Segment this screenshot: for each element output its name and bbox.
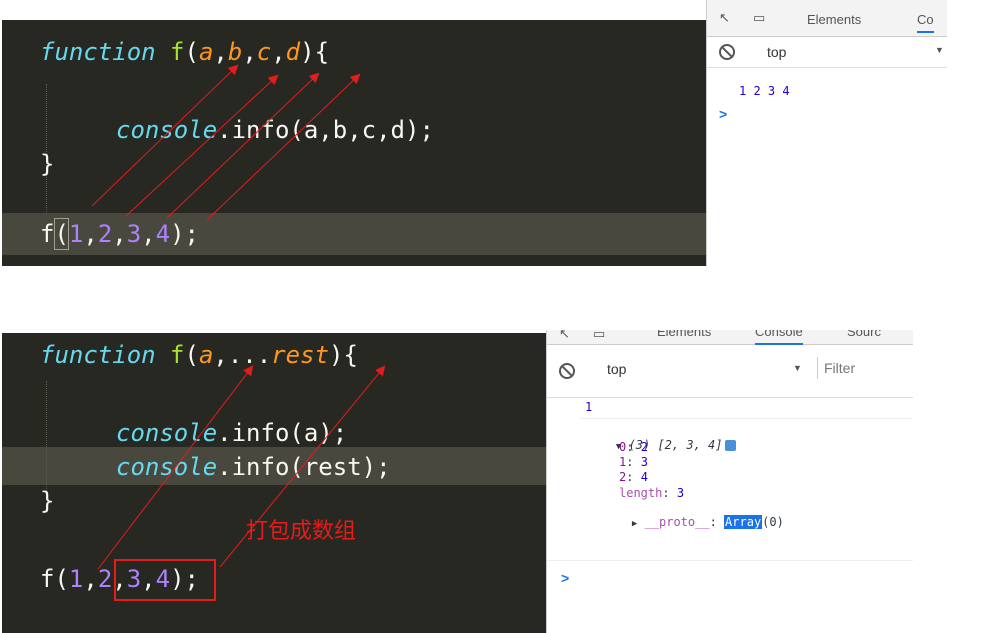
expand-triangle-icon[interactable]: ▶: [632, 519, 637, 529]
tab-elements[interactable]: Elements: [657, 330, 711, 339]
array-length: length: 3: [619, 486, 685, 500]
indent-guide: [46, 381, 47, 491]
code-line-console-info: console.info(a,b,c,d);: [116, 116, 434, 144]
code-line-close-brace: }: [40, 487, 55, 515]
array-entry: 2: 4: [619, 470, 648, 484]
console-prompt[interactable]: >: [719, 106, 727, 122]
code-line-function-decl: function f(a,b,c,d){: [40, 38, 330, 66]
console-prompt[interactable]: >: [561, 570, 569, 586]
rest-args-highlight-box: [114, 559, 216, 601]
code-line-console-info-a: console.info(a);: [116, 419, 348, 447]
array-entry: 0: 2: [619, 440, 648, 454]
tab-console[interactable]: Console: [755, 330, 803, 345]
annotation-pack-into-array: 打包成数组: [246, 519, 357, 544]
devtools-tabbar: ↖ ▭ Elements Console Sourc: [547, 330, 913, 345]
context-selector[interactable]: top: [607, 361, 626, 377]
array-proto-row[interactable]: ▶ __proto__: Array(0): [603, 501, 784, 543]
tab-console[interactable]: Co: [917, 12, 934, 33]
arrow-2-to-b: [125, 74, 279, 217]
device-toggle-icon[interactable]: ▭: [753, 10, 765, 26]
console-log-output: 1 2 3 4: [739, 84, 790, 98]
code-line-call: f(1,2,3,4);: [40, 218, 199, 250]
inspect-icon[interactable]: ↖: [719, 10, 730, 26]
code-line-console-info-rest: console.info(rest);: [116, 453, 391, 481]
array-summary-row[interactable]: ▼ (3) [2, 3, 4]: [587, 424, 737, 466]
code-editor-1: function f(a,b,c,d){ console.info(a,b,c,…: [2, 20, 706, 266]
console-output-a: 1: [585, 400, 593, 414]
devtools-tabbar: ↖ ▭ Elements Co: [707, 0, 947, 37]
inspect-icon[interactable]: ↖: [559, 330, 570, 342]
chevron-down-icon[interactable]: ▼: [793, 363, 802, 373]
devtools-panel-2: ↖ ▭ Elements Console Sourc top ▼ Filter …: [546, 330, 913, 633]
context-selector[interactable]: top: [767, 44, 786, 60]
arrow-3-to-c: [166, 72, 320, 219]
message-divider: [581, 418, 913, 419]
chevron-down-icon[interactable]: ▼: [935, 45, 944, 55]
devtools-panel-1: ↖ ▭ Elements Co top ▼ 1 2 3 4 >: [706, 0, 947, 266]
clear-console-icon[interactable]: [559, 363, 575, 379]
code-line-function-decl: function f(a,...rest){: [40, 341, 358, 369]
console-toolbar: top ▼: [707, 37, 947, 68]
clear-console-icon[interactable]: [719, 44, 735, 60]
info-icon: [725, 440, 737, 451]
array-entry: 1: 3: [619, 455, 648, 469]
tab-elements[interactable]: Elements: [807, 12, 861, 27]
code-line-close-brace: }: [40, 150, 55, 178]
filter-input[interactable]: Filter: [817, 357, 855, 379]
arrow-4-to-d: [206, 73, 361, 221]
tab-sources[interactable]: Sourc: [847, 330, 881, 339]
device-toggle-icon[interactable]: ▭: [593, 330, 605, 342]
console-toolbar: top ▼ Filter: [547, 345, 913, 398]
code-editor-2: function f(a,...rest){ console.info(a); …: [2, 333, 546, 633]
message-divider: [547, 560, 913, 561]
